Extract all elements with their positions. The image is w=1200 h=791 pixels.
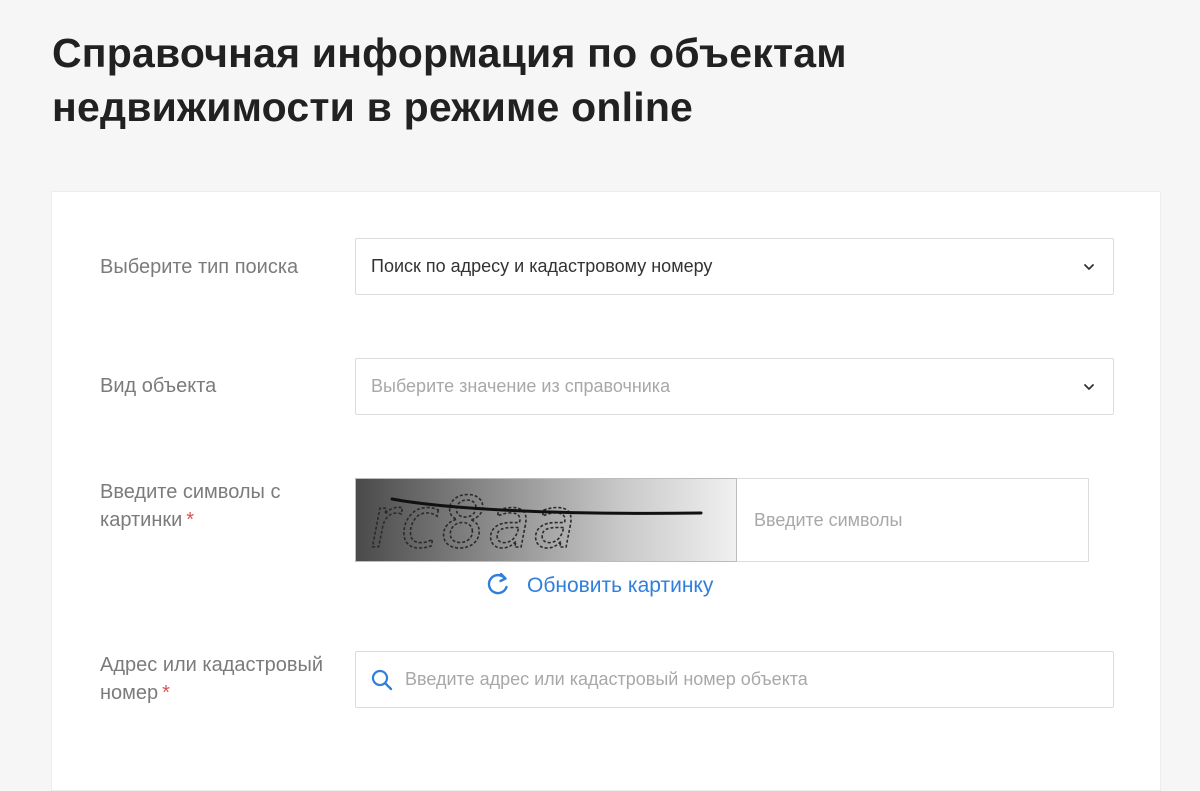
search-type-select[interactable]: Поиск по адресу и кадастровому номеру <box>355 238 1114 295</box>
captcha-label: Введите символы с картинки * <box>100 478 340 534</box>
chevron-down-icon <box>1075 383 1103 391</box>
required-mark: * <box>162 682 170 704</box>
captcha-input-placeholder: Введите символы <box>754 509 903 530</box>
address-placeholder: Введите адрес или кадастровый номер объе… <box>405 669 808 689</box>
address-label-text: Адрес или кадастровый номер <box>100 654 324 704</box>
object-type-label: Вид объекта <box>100 375 217 397</box>
page-title: Справочная информация по объектам недвиж… <box>52 30 847 130</box>
search-type-value: Поиск по адресу и кадастровому номеру <box>371 256 713 276</box>
captcha-text: rc8aa <box>370 482 578 562</box>
search-icon <box>371 669 393 691</box>
refresh-captcha-link[interactable]: Обновить картинку <box>484 570 713 602</box>
refresh-captcha-label: Обновить картинку <box>527 574 714 597</box>
required-mark: * <box>186 509 195 531</box>
captcha-input[interactable]: Введите символы <box>737 478 1089 562</box>
address-search-input[interactable]: Введите адрес или кадастровый номер объе… <box>355 651 1114 708</box>
search-form-card: Выберите тип поиска Поиск по адресу и ка… <box>51 191 1161 791</box>
object-type-select[interactable]: Выберите значение из справочника <box>355 358 1114 415</box>
search-type-label: Выберите тип поиска <box>100 256 299 278</box>
captcha-image: rc8aa <box>355 478 737 562</box>
address-label: Адрес или кадастровый номер * <box>100 651 350 707</box>
object-type-placeholder: Выберите значение из справочника <box>371 376 671 396</box>
chevron-down-icon <box>1075 263 1103 271</box>
refresh-icon <box>484 570 512 603</box>
